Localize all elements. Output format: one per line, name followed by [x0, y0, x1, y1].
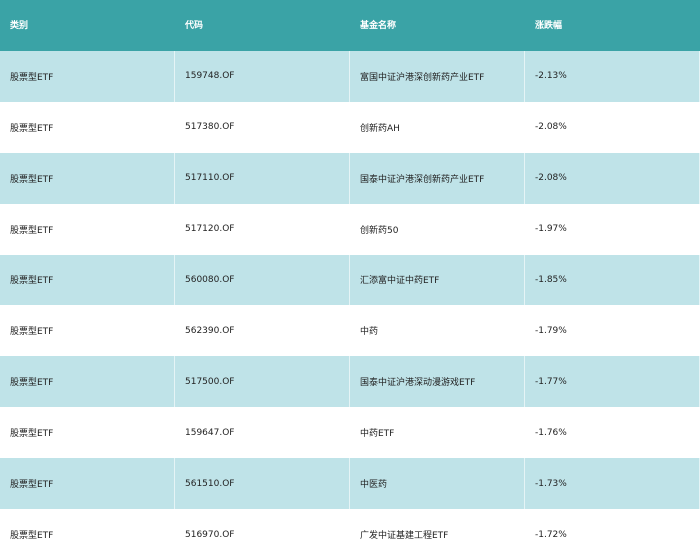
cell-code: 159748.OF: [175, 50, 350, 102]
cell-fund-name: 创新药AH: [350, 101, 525, 153]
cell-change-pct: -2.13%: [525, 50, 700, 102]
table-row[interactable]: 股票型ETF 517120.OF 创新药50 -1.97%: [0, 203, 700, 255]
cell-change-pct: -2.08%: [525, 152, 700, 204]
table-row[interactable]: 股票型ETF 562390.OF 中药 -1.79%: [0, 305, 700, 357]
header-code[interactable]: 代码: [175, 0, 350, 51]
cell-category: 股票型ETF: [0, 509, 175, 560]
cell-fund-name: 创新药50: [350, 203, 525, 255]
cell-category: 股票型ETF: [0, 50, 175, 102]
cell-fund-name: 中医药: [350, 458, 525, 510]
fund-table: 类别 代码 基金名称 涨跌幅 股票型ETF 159748.OF 富国中证沪港深创…: [0, 0, 700, 560]
header-category[interactable]: 类别: [0, 0, 175, 51]
cell-change-pct: -1.77%: [525, 356, 700, 408]
cell-fund-name: 汇添富中证中药ETF: [350, 254, 525, 306]
cell-category: 股票型ETF: [0, 254, 175, 306]
cell-fund-name: 中药ETF: [350, 407, 525, 459]
table-row[interactable]: 股票型ETF 517500.OF 国泰中证沪港深动漫游戏ETF -1.77%: [0, 356, 700, 408]
cell-code: 517380.OF: [175, 101, 350, 153]
cell-code: 517500.OF: [175, 356, 350, 408]
cell-code: 561510.OF: [175, 458, 350, 510]
header-change-pct[interactable]: 涨跌幅: [525, 0, 700, 51]
cell-change-pct: -1.79%: [525, 305, 700, 357]
cell-code: 159647.OF: [175, 407, 350, 459]
cell-change-pct: -1.97%: [525, 203, 700, 255]
cell-change-pct: -1.85%: [525, 254, 700, 306]
header-fund-name[interactable]: 基金名称: [350, 0, 525, 51]
cell-change-pct: -1.72%: [525, 509, 700, 560]
cell-code: 516970.OF: [175, 509, 350, 560]
cell-category: 股票型ETF: [0, 101, 175, 153]
cell-change-pct: -1.76%: [525, 407, 700, 459]
table-row[interactable]: 股票型ETF 517110.OF 国泰中证沪港深创新药产业ETF -2.08%: [0, 152, 700, 204]
table-row[interactable]: 股票型ETF 159748.OF 富国中证沪港深创新药产业ETF -2.13%: [0, 50, 700, 102]
table-row[interactable]: 股票型ETF 159647.OF 中药ETF -1.76%: [0, 407, 700, 459]
table-header-row: 类别 代码 基金名称 涨跌幅: [0, 0, 700, 51]
cell-fund-name: 国泰中证沪港深创新药产业ETF: [350, 152, 525, 204]
cell-category: 股票型ETF: [0, 356, 175, 408]
cell-category: 股票型ETF: [0, 152, 175, 204]
cell-change-pct: -2.08%: [525, 101, 700, 153]
table-row[interactable]: 股票型ETF 561510.OF 中医药 -1.73%: [0, 458, 700, 510]
cell-category: 股票型ETF: [0, 203, 175, 255]
cell-code: 562390.OF: [175, 305, 350, 357]
cell-category: 股票型ETF: [0, 407, 175, 459]
cell-category: 股票型ETF: [0, 305, 175, 357]
cell-fund-name: 国泰中证沪港深动漫游戏ETF: [350, 356, 525, 408]
cell-code: 560080.OF: [175, 254, 350, 306]
cell-fund-name: 中药: [350, 305, 525, 357]
cell-change-pct: -1.73%: [525, 458, 700, 510]
cell-fund-name: 广发中证基建工程ETF: [350, 509, 525, 560]
table-row[interactable]: 股票型ETF 517380.OF 创新药AH -2.08%: [0, 101, 700, 153]
cell-fund-name: 富国中证沪港深创新药产业ETF: [350, 50, 525, 102]
cell-code: 517120.OF: [175, 203, 350, 255]
cell-code: 517110.OF: [175, 152, 350, 204]
table-row[interactable]: 股票型ETF 516970.OF 广发中证基建工程ETF -1.72%: [0, 509, 700, 560]
cell-category: 股票型ETF: [0, 458, 175, 510]
table-row[interactable]: 股票型ETF 560080.OF 汇添富中证中药ETF -1.85%: [0, 254, 700, 306]
